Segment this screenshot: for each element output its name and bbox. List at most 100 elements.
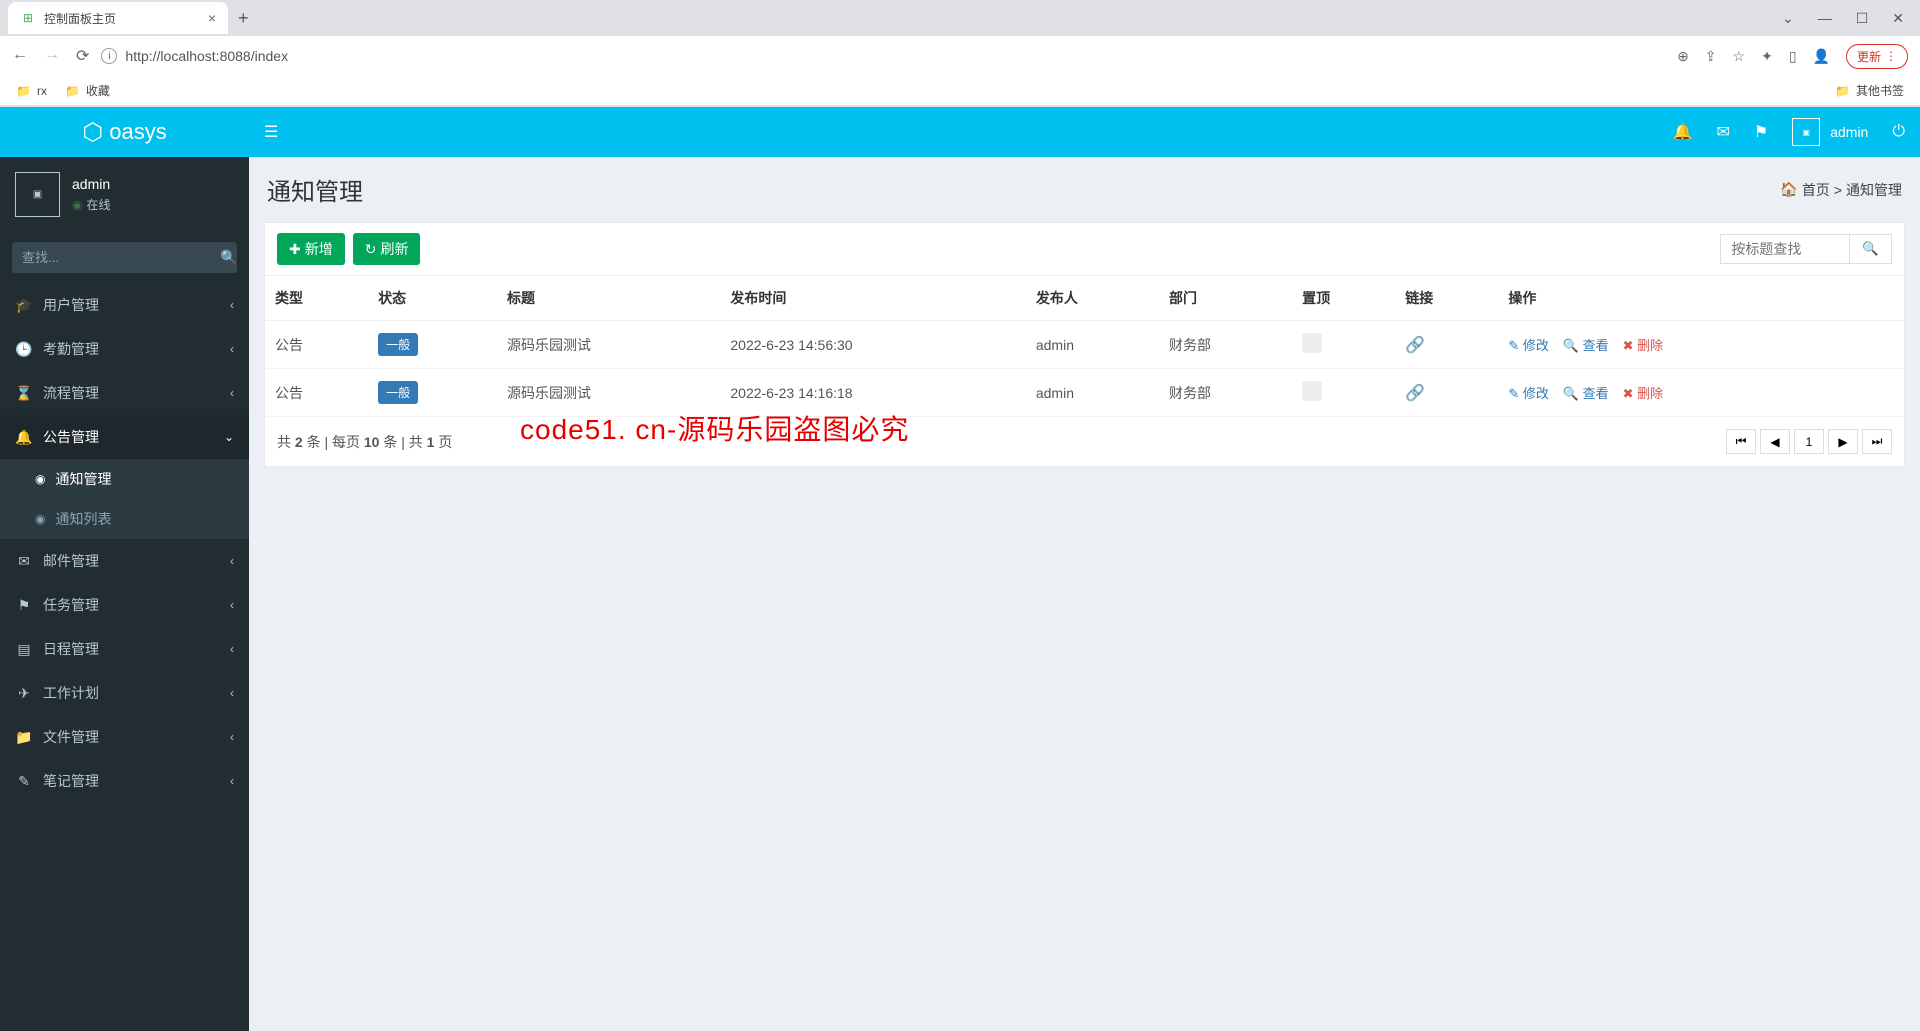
sidebar-item-用户管理[interactable]: 🎓用户管理‹: [0, 283, 249, 327]
folder-icon: 📁: [65, 84, 80, 98]
chevron-left-icon: ‹: [230, 642, 234, 656]
info-icon[interactable]: i: [101, 48, 117, 64]
flag-icon[interactable]: ⚑: [1754, 122, 1768, 142]
next-page-button[interactable]: ▶: [1828, 429, 1858, 454]
search-input[interactable]: [12, 242, 208, 273]
page-number[interactable]: 1: [1794, 429, 1824, 454]
nav-menu: 🎓用户管理‹🕒考勤管理‹⌛流程管理‹🔔公告管理⌄◉通知管理◉通知列表✉邮件管理‹…: [0, 283, 249, 803]
star-icon[interactable]: ☆: [1733, 48, 1746, 65]
back-icon[interactable]: ←: [12, 46, 28, 66]
refresh-button[interactable]: ↻刷新: [353, 233, 421, 265]
logo-text: oasys: [109, 119, 166, 145]
prev-page-button[interactable]: ◀: [1760, 429, 1790, 454]
addr-right: ⊕ ⇪ ☆ ✦ ▯ 👤 更新 ⋮: [1677, 44, 1908, 69]
title-search-input[interactable]: [1720, 234, 1850, 264]
home-icon[interactable]: 🏠: [1780, 181, 1797, 198]
pagination: ⏮ ◀ 1 ▶ ⏭: [1726, 429, 1892, 454]
cell-actions: ✎ 修改 🔍 查看 ✖ 删除: [1498, 321, 1904, 369]
nav-icon: 🔔: [15, 429, 33, 446]
chevron-down-icon: ⌄: [224, 430, 234, 444]
sidebar-item-公告管理[interactable]: 🔔公告管理⌄: [0, 415, 249, 459]
mail-icon[interactable]: ✉: [1716, 122, 1729, 142]
first-page-button[interactable]: ⏮: [1726, 429, 1756, 454]
nav-label: 邮件管理: [43, 551, 99, 571]
url-field[interactable]: i http://localhost:8088/index: [101, 48, 1665, 64]
address-bar: ← → ⟳ i http://localhost:8088/index ⊕ ⇪ …: [0, 36, 1920, 76]
col-部门: 部门: [1159, 276, 1292, 321]
view-button[interactable]: 🔍 查看: [1563, 335, 1609, 354]
title-search-button[interactable]: 🔍: [1850, 234, 1892, 264]
zoom-icon[interactable]: ⊕: [1677, 48, 1689, 65]
refresh-icon: ↻: [365, 241, 377, 258]
pin-toggle[interactable]: [1302, 381, 1322, 401]
sidebar-subitem-通知列表[interactable]: ◉通知列表: [0, 499, 249, 539]
chevron-left-icon: ‹: [230, 342, 234, 356]
pin-toggle[interactable]: [1302, 333, 1322, 353]
add-button[interactable]: ✚新增: [277, 233, 345, 265]
sidebar-item-考勤管理[interactable]: 🕒考勤管理‹: [0, 327, 249, 371]
cell-type: 公告: [265, 369, 368, 417]
maximize-icon[interactable]: ☐: [1856, 10, 1869, 27]
logo[interactable]: ⬡ oasys: [0, 107, 249, 157]
close-window-icon[interactable]: ✕: [1892, 10, 1904, 27]
chevron-down-icon[interactable]: ⌄: [1782, 10, 1794, 27]
update-button[interactable]: 更新 ⋮: [1846, 44, 1908, 69]
logo-icon: ⬡: [82, 118, 103, 147]
page-title: 通知管理: [267, 172, 363, 207]
sidebar-item-邮件管理[interactable]: ✉邮件管理‹: [0, 539, 249, 583]
data-table: 类型状态标题发布时间发布人部门置顶链接操作 公告一般源码乐园测试2022-6-2…: [265, 276, 1904, 417]
link-icon[interactable]: 🔗: [1405, 385, 1425, 402]
sidebar-search: 🔍: [12, 242, 237, 273]
delete-button[interactable]: ✖ 删除: [1623, 383, 1664, 402]
sidebar-item-工作计划[interactable]: ✈工作计划‹: [0, 671, 249, 715]
top-username: admin: [1830, 124, 1868, 140]
sidebar-item-任务管理[interactable]: ⚑任务管理‹: [0, 583, 249, 627]
avatar[interactable]: ▣: [15, 172, 60, 217]
link-icon[interactable]: 🔗: [1405, 337, 1425, 354]
bookmark-fav[interactable]: 📁收藏: [65, 82, 110, 99]
favicon-icon: ⊞: [20, 10, 36, 26]
tab-title: 控制面板主页: [44, 10, 116, 27]
breadcrumb-home[interactable]: 首页: [1802, 180, 1830, 200]
browser-chrome: ⊞ 控制面板主页 × + ⌄ — ☐ ✕ ← → ⟳ i http://loca…: [0, 0, 1920, 107]
page-header: 通知管理 🏠 首页 > 通知管理: [249, 157, 1920, 222]
col-类型: 类型: [265, 276, 368, 321]
status-badge: 一般: [378, 333, 418, 356]
browser-tab[interactable]: ⊞ 控制面板主页 ×: [8, 2, 228, 34]
bookmark-rx[interactable]: 📁rx: [16, 84, 47, 98]
cell-status: 一般: [368, 369, 497, 417]
hamburger-icon[interactable]: ☰: [264, 122, 278, 142]
circle-icon: ◉: [35, 472, 45, 486]
power-icon[interactable]: ⏻: [1892, 123, 1905, 141]
forward-icon[interactable]: →: [44, 46, 60, 66]
cell-actions: ✎ 修改 🔍 查看 ✖ 删除: [1498, 369, 1904, 417]
view-button[interactable]: 🔍 查看: [1563, 383, 1609, 402]
delete-button[interactable]: ✖ 删除: [1623, 335, 1664, 354]
top-user[interactable]: ▣ admin: [1792, 118, 1868, 146]
sidebar-item-日程管理[interactable]: ▤日程管理‹: [0, 627, 249, 671]
sidebar-item-文件管理[interactable]: 📁文件管理‹: [0, 715, 249, 759]
minimize-icon[interactable]: —: [1818, 10, 1832, 27]
nav-icon: 📁: [15, 729, 33, 746]
edit-button[interactable]: ✎ 修改: [1508, 335, 1549, 354]
user-panel: ▣ admin ◉在线: [0, 157, 249, 232]
profile-icon[interactable]: 👤: [1813, 48, 1830, 65]
close-icon[interactable]: ×: [208, 10, 216, 26]
search-button[interactable]: 🔍: [208, 242, 237, 273]
new-tab-button[interactable]: +: [228, 8, 259, 29]
col-操作: 操作: [1498, 276, 1904, 321]
share-icon[interactable]: ⇪: [1705, 48, 1717, 65]
panel-icon[interactable]: ▯: [1789, 48, 1797, 65]
sidebar-item-笔记管理[interactable]: ✎笔记管理‹: [0, 759, 249, 803]
other-bookmarks[interactable]: 📁其他书签: [1835, 82, 1904, 99]
tab-bar: ⊞ 控制面板主页 × + ⌄ — ☐ ✕: [0, 0, 1920, 36]
extension-icon[interactable]: ✦: [1761, 48, 1773, 65]
sidebar-item-流程管理[interactable]: ⌛流程管理‹: [0, 371, 249, 415]
cell-time: 2022-6-23 14:16:18: [720, 369, 1025, 417]
chevron-left-icon: ‹: [230, 554, 234, 568]
bell-icon[interactable]: 🔔: [1673, 122, 1693, 142]
last-page-button[interactable]: ⏭: [1862, 429, 1892, 454]
edit-button[interactable]: ✎ 修改: [1508, 383, 1549, 402]
reload-icon[interactable]: ⟳: [76, 46, 89, 66]
sidebar-subitem-通知管理[interactable]: ◉通知管理: [0, 459, 249, 499]
